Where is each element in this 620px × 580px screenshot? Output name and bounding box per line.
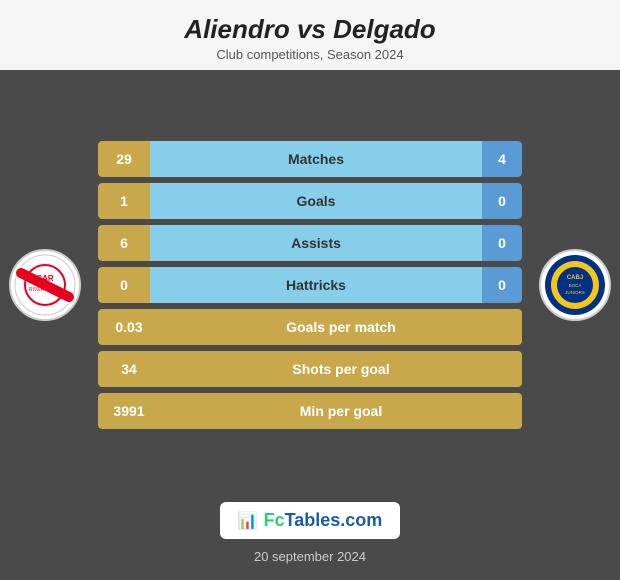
river-plate-emblem: CAR RIVER PLATE xyxy=(13,253,77,317)
left-team-logo: CAR RIVER PLATE xyxy=(0,249,90,321)
main-container: Aliendro vs Delgado Club competitions, S… xyxy=(0,0,620,580)
svg-text:CAR: CAR xyxy=(36,274,54,283)
goals-left-val: 1 xyxy=(98,183,150,219)
shots-per-goal-val: 34 xyxy=(98,351,160,387)
assists-right-val: 0 xyxy=(482,225,522,261)
footer-date: 20 september 2024 xyxy=(254,549,366,564)
match-subtitle: Club competitions, Season 2024 xyxy=(10,47,610,62)
bottom-section: 📊 FcTables.com 20 september 2024 xyxy=(220,490,401,580)
goals-label: Goals xyxy=(150,183,482,219)
assists-left-val: 6 xyxy=(98,225,150,261)
hattricks-row: 0 Hattricks 0 xyxy=(98,267,522,303)
content-area: CAR RIVER PLATE 29 Matches 4 1 Goals 0 6 xyxy=(0,70,620,490)
matches-label: Matches xyxy=(150,141,482,177)
boca-juniors-logo: CABJ BOCA JUNIORS xyxy=(539,249,611,321)
goals-right-val: 0 xyxy=(482,183,522,219)
hattricks-label: Hattricks xyxy=(150,267,482,303)
watermark: 📊 FcTables.com xyxy=(220,502,401,539)
min-per-goal-label: Min per goal xyxy=(160,393,522,429)
watermark-icon: 📊 xyxy=(238,511,258,531)
shots-per-goal-row: 34 Shots per goal xyxy=(98,351,522,387)
min-per-goal-val: 3991 xyxy=(98,393,160,429)
svg-text:CABJ: CABJ xyxy=(567,275,583,281)
min-per-goal-row: 3991 Min per goal xyxy=(98,393,522,429)
matches-right-val: 4 xyxy=(482,141,522,177)
goals-row: 1 Goals 0 xyxy=(98,183,522,219)
right-team-logo: CABJ BOCA JUNIORS xyxy=(530,249,620,321)
svg-text:RIVER PLATE: RIVER PLATE xyxy=(29,287,62,293)
river-plate-logo: CAR RIVER PLATE xyxy=(9,249,81,321)
matches-left-val: 29 xyxy=(98,141,150,177)
title-section: Aliendro vs Delgado Club competitions, S… xyxy=(0,0,620,70)
hattricks-left-val: 0 xyxy=(98,267,150,303)
goals-per-match-val: 0.03 xyxy=(98,309,160,345)
match-title: Aliendro vs Delgado xyxy=(10,14,610,45)
hattricks-right-val: 0 xyxy=(482,267,522,303)
shots-per-goal-label: Shots per goal xyxy=(160,351,522,387)
goals-per-match-row: 0.03 Goals per match xyxy=(98,309,522,345)
svg-text:JUNIORS: JUNIORS xyxy=(565,290,585,295)
stats-center: 29 Matches 4 1 Goals 0 6 Assists 0 0 Hat… xyxy=(90,141,530,429)
boca-juniors-emblem: CABJ BOCA JUNIORS xyxy=(543,253,607,317)
svg-text:BOCA: BOCA xyxy=(569,283,582,288)
assists-label: Assists xyxy=(150,225,482,261)
goals-per-match-label: Goals per match xyxy=(160,309,522,345)
matches-row: 29 Matches 4 xyxy=(98,141,522,177)
assists-row: 6 Assists 0 xyxy=(98,225,522,261)
watermark-text: FcTables.com xyxy=(264,510,383,531)
